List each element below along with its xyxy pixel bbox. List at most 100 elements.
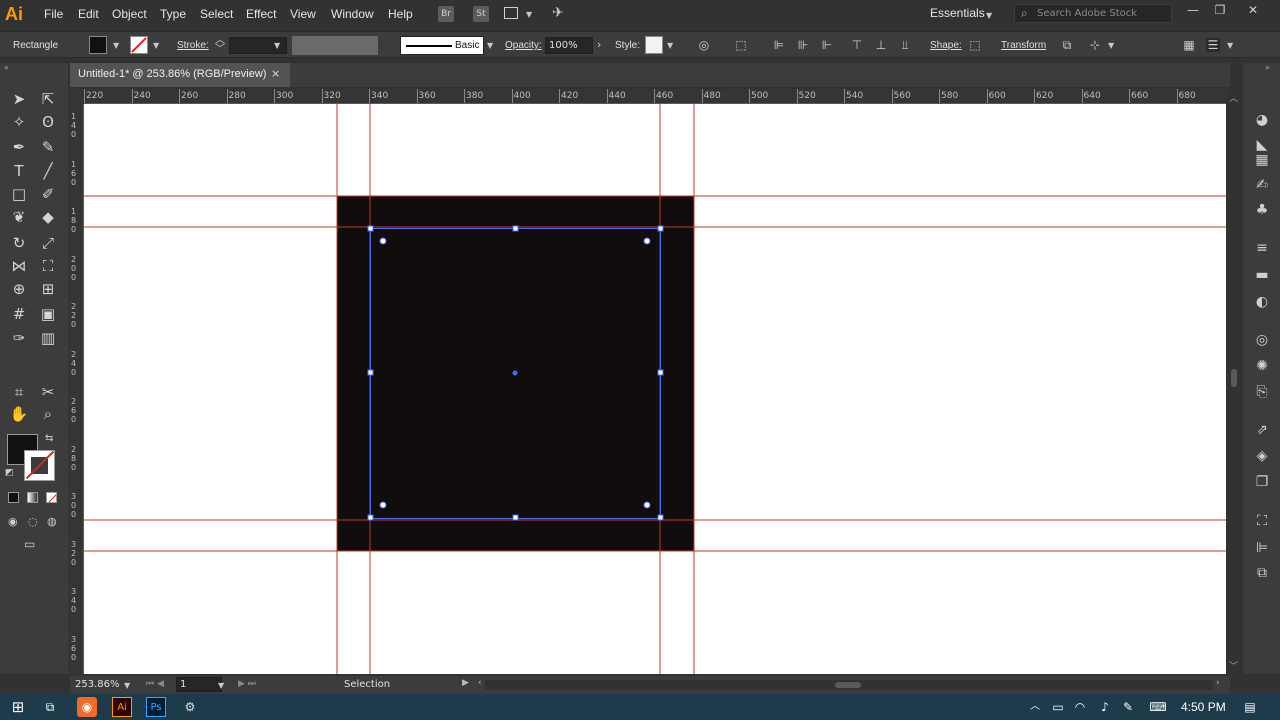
draw-behind-icon[interactable]: ◌ [28, 515, 38, 528]
artboard-tool-icon[interactable]: ⌗ [8, 381, 30, 403]
align-center-icon[interactable]: ⊪ [796, 38, 810, 52]
illustrator-taskbar-icon[interactable]: Ai [112, 697, 132, 717]
status-menu-icon[interactable]: ▶ [462, 678, 469, 688]
width-tool-icon[interactable]: ⋈ [8, 255, 30, 277]
graphic-style-swatch[interactable] [645, 36, 663, 54]
bridge-icon[interactable]: Br [438, 6, 454, 22]
chevron-down-icon[interactable]: ▼ [1108, 41, 1114, 50]
vertical-ruler[interactable]: 140 160 180 200 220 240 260 280 300 320 340 360 [68, 104, 84, 674]
zoom-level[interactable]: 253.86% [75, 679, 120, 690]
align-middle-icon[interactable]: ⊥ [874, 38, 888, 52]
line-tool-icon[interactable]: ╱ [37, 160, 59, 182]
color-panel-icon[interactable]: ◕ [1253, 111, 1271, 129]
none-mode-icon[interactable] [46, 492, 57, 503]
color-mode-icon[interactable] [8, 492, 19, 503]
workspace-switcher[interactable]: Essentials [930, 6, 985, 20]
wifi-icon[interactable]: ◠ [1070, 697, 1090, 717]
rectangle-tool-icon[interactable]: □ [8, 183, 30, 205]
mesh-tool-icon[interactable]: # [8, 303, 30, 325]
minimize-icon[interactable]: — [1183, 3, 1203, 21]
graphic-styles-panel-icon[interactable]: ✺ [1253, 357, 1271, 375]
chevron-down-icon[interactable]: ▼ [526, 10, 532, 19]
slice-tool-icon[interactable]: ✂ [37, 381, 59, 403]
curvature-tool-icon[interactable]: ✎ [37, 136, 59, 158]
artboards-panel-icon[interactable]: ⇗ [1253, 421, 1271, 439]
lasso-tool-icon[interactable]: ʘ [37, 111, 59, 133]
menu-object[interactable]: Object [112, 7, 147, 21]
chevron-right-icon[interactable]: › [597, 38, 601, 51]
ruler-origin[interactable] [68, 89, 84, 104]
expand-icon[interactable]: » [1265, 63, 1270, 72]
panel-menu-icon[interactable]: ☰ [1206, 38, 1220, 52]
isolate-icon[interactable]: ⧉ [1060, 38, 1074, 52]
show-hidden-icons[interactable]: ︿ [1025, 697, 1045, 717]
selection-handle[interactable] [367, 225, 374, 232]
transform-options-icon[interactable]: ⊹ [1088, 38, 1102, 52]
chevron-down-icon[interactable]: ▼ [274, 41, 280, 50]
restore-icon[interactable]: ❐ [1210, 3, 1230, 21]
notifications-icon[interactable]: ▤ [1240, 697, 1260, 717]
keyboard-icon[interactable]: ⌨ [1148, 697, 1168, 717]
column-graph-tool-icon[interactable]: ▥ [37, 327, 59, 349]
status-tool[interactable]: Selection [344, 679, 390, 690]
stroke-panel-icon[interactable]: ≡ [1253, 239, 1271, 257]
chevron-down-icon[interactable]: ▼ [1227, 41, 1233, 50]
clock[interactable]: 4:50 PM [1181, 700, 1226, 714]
task-view-icon[interactable]: ⧉ [40, 697, 60, 717]
artboard-number-field[interactable]: 1 [176, 677, 222, 692]
chevron-down-icon[interactable]: ▼ [218, 681, 224, 690]
menu-edit[interactable]: Edit [78, 7, 99, 21]
asset-export-panel-icon[interactable]: ⎘ [1253, 383, 1271, 401]
eyedropper-tool-icon[interactable]: ✑ [8, 327, 30, 349]
collapse-icon[interactable]: « [4, 63, 9, 72]
windows-start-icon[interactable]: ⊞ [8, 697, 28, 717]
shape-bounds-icon[interactable]: ⬚ [968, 38, 982, 52]
recolor-artwork-icon[interactable]: ◎ [697, 38, 711, 52]
canvas[interactable] [84, 104, 1226, 674]
transform-panel-icon[interactable]: ⛶ [1253, 512, 1271, 530]
horizontal-ruler[interactable]: 220 240 260 280 300 320 340 360 380 400 420 440 460 4… [84, 89, 1226, 104]
variable-width-profile[interactable] [292, 36, 378, 55]
search-stock-box[interactable]: ⌕ Search Adobe Stock [1014, 4, 1172, 23]
pen-workspace-icon[interactable]: ✎ [1118, 697, 1138, 717]
eraser-tool-icon[interactable]: ◆ [37, 206, 59, 228]
vertical-scrollbar[interactable]: ︿ ﹀ [1226, 89, 1242, 674]
last-artboard-icon[interactable]: ▶ ⏭ [238, 679, 256, 689]
shape-label[interactable]: Shape: [930, 40, 962, 51]
opacity-field[interactable]: 100% [545, 37, 593, 54]
layers-panel-icon[interactable]: ◈ [1253, 447, 1271, 465]
stroke-stepper-icon[interactable]: ︿ ﹀ [215, 36, 225, 55]
arrange-documents-icon[interactable] [504, 7, 518, 19]
stroke-swatch[interactable] [130, 36, 148, 54]
opacity-label[interactable]: Opacity: [505, 40, 542, 51]
appearance-panel-icon[interactable]: ◎ [1253, 331, 1271, 349]
scroll-up-icon[interactable]: ︿ [1229, 91, 1238, 104]
corner-widget[interactable] [643, 237, 651, 245]
chevron-down-icon[interactable]: ▼ [113, 41, 119, 50]
horizontal-scrollbar[interactable] [485, 680, 1213, 690]
document-tab[interactable]: Untitled-1* @ 253.86% (RGB/Preview) × [70, 63, 290, 87]
selection-handle[interactable] [657, 514, 664, 521]
stroke-label[interactable]: Stroke: [177, 40, 209, 51]
type-tool-icon[interactable]: T [8, 160, 30, 182]
selection-handle[interactable] [367, 514, 374, 521]
paintbrush-tool-icon[interactable]: ✐ [37, 183, 59, 205]
swatches-panel-icon[interactable]: ▦ [1253, 151, 1271, 169]
corner-widget[interactable] [643, 501, 651, 509]
corner-widget[interactable] [379, 501, 387, 509]
stroke-color-icon[interactable] [24, 450, 55, 481]
selection-handle[interactable] [657, 369, 664, 376]
chevron-down-icon[interactable]: ▼ [153, 41, 159, 50]
stock-icon[interactable]: St [473, 6, 489, 22]
direct-selection-tool-icon[interactable]: ⇱ [37, 88, 59, 110]
shape-builder-tool-icon[interactable]: ⊕ [8, 278, 30, 300]
symbols-panel-icon[interactable]: ♣ [1253, 201, 1271, 219]
close-icon[interactable]: × [271, 67, 280, 80]
align-right-icon[interactable]: ⊩ [820, 38, 834, 52]
search-input[interactable]: Search Adobe Stock [1037, 8, 1137, 19]
brushes-panel-icon[interactable]: ✍ [1253, 176, 1271, 194]
selection-handle[interactable] [657, 225, 664, 232]
chevron-down-icon[interactable]: ▼ [124, 681, 130, 690]
photoshop-taskbar-icon[interactable]: Ps [146, 697, 166, 717]
menu-help[interactable]: Help [388, 7, 413, 21]
